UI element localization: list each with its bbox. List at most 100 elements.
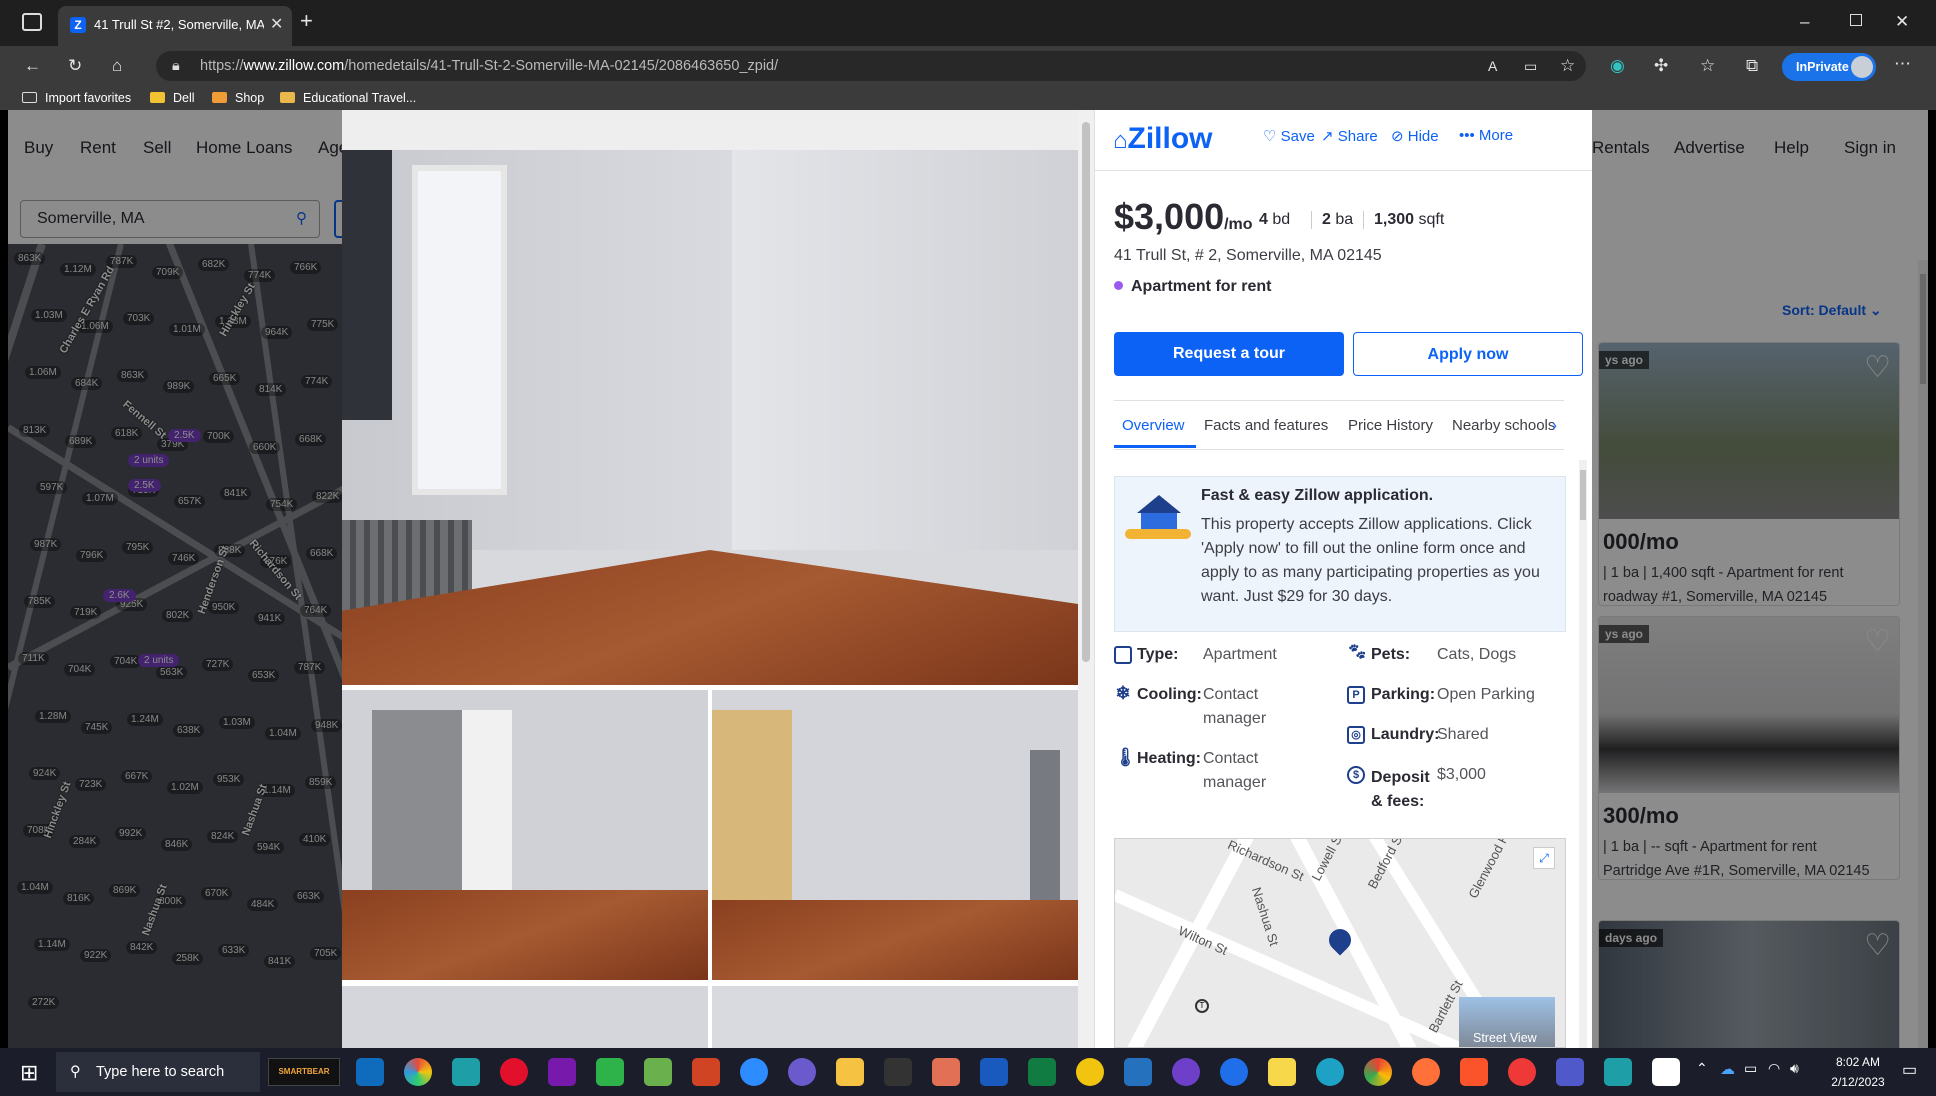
map-price-label[interactable]: 1.06M (25, 366, 61, 380)
reader-icon[interactable]: ▭ (1524, 56, 1537, 76)
map-price-label[interactable]: 822K (312, 489, 344, 503)
nav-rent[interactable]: Rent (80, 138, 116, 158)
nav-help[interactable]: Help (1774, 138, 1809, 158)
hide-button[interactable]: ⊘ Hide (1391, 127, 1439, 145)
map-price-label[interactable]: 1.28M (35, 709, 71, 723)
map-price-label[interactable]: 813K (19, 423, 51, 437)
map-price-label[interactable]: 953K (213, 772, 245, 786)
map-price-label[interactable]: 987K (30, 538, 62, 551)
favorites-icon[interactable]: ☆ (1700, 56, 1715, 76)
map-price-label[interactable]: 869K (109, 884, 141, 898)
map-price-label[interactable]: 410K (299, 833, 331, 846)
collections-icon[interactable]: ⧉ (1746, 56, 1758, 76)
extension-icon[interactable]: ◉ (1610, 56, 1625, 76)
save-heart-icon[interactable]: ♡ (1864, 931, 1891, 961)
map-price-label[interactable]: 816K (63, 892, 95, 906)
map-price-label[interactable]: 964K (261, 326, 293, 340)
map-price-label[interactable]: 922K (80, 949, 112, 963)
onedrive-icon[interactable]: ☁ (1720, 1060, 1735, 1078)
edge-icon[interactable] (1316, 1058, 1344, 1086)
map-price-label[interactable]: 1.07M (82, 491, 118, 505)
map-price-label[interactable]: 563K (156, 666, 188, 680)
favorite-educational-travel[interactable]: Educational Travel... (280, 86, 416, 110)
app-icon[interactable] (1220, 1058, 1248, 1086)
nav-sell[interactable]: Sell (143, 138, 171, 158)
map-price-label[interactable]: 709K (152, 266, 184, 279)
smartbear-button[interactable]: SMARTBEAR (268, 1058, 340, 1086)
nav-home-loans[interactable]: Home Loans (196, 138, 292, 158)
app-icon[interactable] (932, 1058, 960, 1086)
tray-chevron-icon[interactable]: ⌃ (1696, 1060, 1708, 1077)
map-price-label[interactable]: 682K (198, 258, 230, 271)
onenote-icon[interactable] (548, 1058, 576, 1086)
thumb-photo-4[interactable] (712, 986, 1078, 1048)
map-price-label[interactable]: 1.04M (17, 881, 53, 895)
map-price-label[interactable]: 746K (168, 552, 200, 565)
map-price-label[interactable]: 633K (218, 944, 250, 958)
map-cluster-badge[interactable]: 2.5K (168, 429, 201, 442)
map-price-label[interactable]: 727K (202, 658, 234, 672)
windows-start-icon[interactable]: ⊞ (20, 1060, 38, 1086)
zoom-icon[interactable] (740, 1058, 768, 1086)
favorite-import[interactable]: Import favorites (22, 86, 131, 110)
app-icon[interactable] (452, 1058, 480, 1086)
tab-overview[interactable]: Overview (1122, 417, 1185, 434)
map-price-label[interactable]: 272K (28, 995, 60, 1009)
map-price-label[interactable]: 785K (24, 595, 56, 609)
notification-icon[interactable]: ▭ (1902, 1060, 1917, 1080)
map-price-label[interactable]: 989K (163, 380, 195, 394)
powershell-icon[interactable] (1124, 1058, 1152, 1086)
nav-advertise[interactable]: Advertise (1674, 138, 1745, 158)
map-price-label[interactable]: 950K (208, 601, 240, 615)
map-price-label[interactable]: 992K (115, 827, 147, 840)
favorite-shop[interactable]: Shop (212, 86, 264, 110)
terminal-icon[interactable] (884, 1058, 912, 1086)
map-price-label[interactable]: 754K (266, 497, 298, 511)
color-app-icon[interactable] (404, 1058, 432, 1086)
map-price-label[interactable]: 700K (203, 429, 235, 443)
opera-icon[interactable] (500, 1058, 528, 1086)
map-price-label[interactable]: 863K (14, 252, 46, 265)
map-price-label[interactable]: 667K (121, 769, 153, 783)
map-price-label[interactable]: 284K (69, 835, 101, 848)
map-price-label[interactable]: 594K (253, 841, 285, 854)
map-price-label[interactable]: 660K (249, 440, 281, 454)
read-aloud-icon[interactable]: A (1488, 56, 1497, 76)
expand-map-icon[interactable]: ⤢ (1533, 847, 1555, 869)
battery-icon[interactable]: ▭ (1744, 1060, 1757, 1077)
map-price-label[interactable]: 484K (247, 898, 279, 912)
app-icon[interactable] (1604, 1058, 1632, 1086)
map-price-label[interactable]: 665K (209, 372, 241, 386)
panel-scrollbar[interactable] (1579, 460, 1587, 1048)
results-scrollbar[interactable] (1918, 260, 1928, 1048)
brave-icon[interactable] (1460, 1058, 1488, 1086)
tab-close-icon[interactable]: ✕ (270, 14, 283, 34)
tab-facts-features[interactable]: Facts and features (1204, 417, 1328, 434)
address-bar[interactable]: 🔒︎ https://www.zillow.com/homedetails/41… (156, 51, 1586, 81)
map-price-label[interactable]: 841K (220, 486, 252, 500)
gallery-scrollbar[interactable] (1078, 110, 1094, 1048)
map-price-label[interactable]: 941K (254, 612, 286, 626)
wifi-icon[interactable]: ◠ (1768, 1060, 1780, 1077)
scrollbar-thumb[interactable] (1920, 274, 1926, 384)
zillow-logo[interactable]: ⌂Zillow (1113, 122, 1213, 156)
save-heart-icon[interactable]: ♡ (1864, 627, 1891, 657)
listing-card[interactable]: days ago ♡ (1598, 920, 1900, 1048)
map-price-label[interactable]: 766K (290, 261, 322, 274)
search-icon[interactable]: ⚲ (296, 201, 307, 237)
clock[interactable]: 8:02 AM 2/12/2023 (1818, 1052, 1898, 1092)
map-price-label[interactable]: 1.03M (219, 715, 255, 729)
map-view[interactable]: 863K 1.12M 787K 709K 682K 774K 766K 1.03M 1.06M 7… (8, 244, 344, 1048)
thumb-photo-2[interactable] (712, 690, 1078, 980)
extensions-icon[interactable]: ✣ (1654, 56, 1668, 76)
map-price-label[interactable]: 719K (70, 606, 102, 620)
taskbar-search[interactable]: ⚲ Type here to search (56, 1052, 260, 1092)
app-icon[interactable] (788, 1058, 816, 1086)
map-price-label[interactable]: 668K (306, 547, 338, 560)
location-map[interactable]: Richardson St Nashua St Wilton St Lowell… (1114, 838, 1566, 1048)
add-favorite-icon[interactable]: ☆ (1560, 56, 1575, 76)
outlook-icon[interactable] (356, 1058, 384, 1086)
map-price-label[interactable]: 258K (172, 952, 204, 966)
map-price-label[interactable]: 1.14M (34, 938, 70, 952)
tab-actions-icon[interactable] (22, 13, 42, 31)
